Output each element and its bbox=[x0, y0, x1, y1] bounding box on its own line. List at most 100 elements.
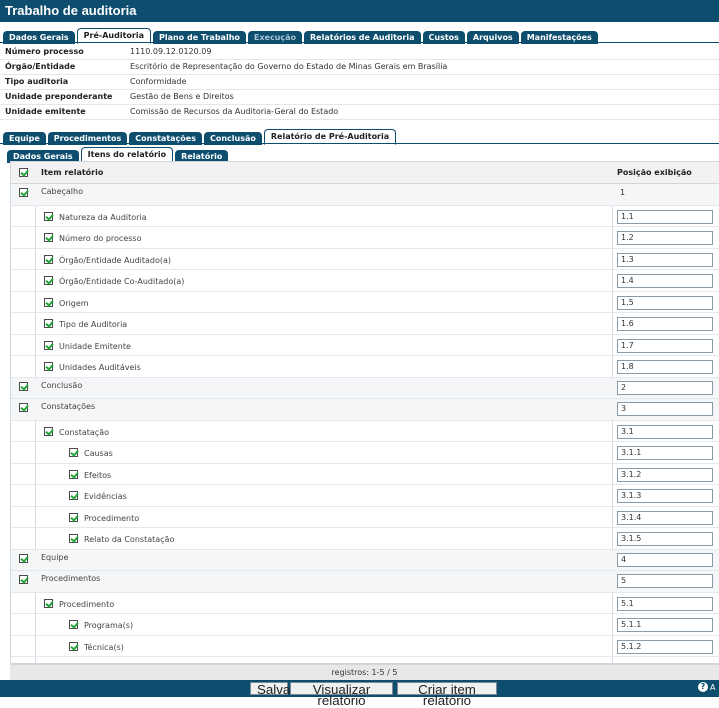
table-row: Efeitos 3.1.2 bbox=[11, 464, 719, 485]
position-input[interactable]: 5.1.2 bbox=[617, 639, 713, 654]
info-value: 1110.09.12.0120.09 bbox=[130, 47, 212, 56]
position-input[interactable]: 3.1.1 bbox=[617, 446, 713, 460]
position-input[interactable]: 1.7 bbox=[617, 338, 713, 353]
item-checkbox[interactable] bbox=[69, 491, 78, 500]
item-label: Constatação bbox=[59, 427, 109, 437]
position-input[interactable]: 5.1.1 bbox=[617, 618, 713, 632]
item-checkbox[interactable] bbox=[69, 512, 78, 522]
item-label: Efeitos bbox=[84, 470, 112, 480]
table-row: Conclusão 2 bbox=[11, 377, 719, 399]
item-label: Unidade Emitente bbox=[59, 341, 131, 351]
table-row: Cabeçalho 1 bbox=[11, 184, 719, 206]
window-title: Trabalho de auditoria bbox=[0, 0, 719, 22]
position-input[interactable]: 5.1 bbox=[617, 596, 713, 611]
info-row: Unidade preponderante Gestão de Bens e Di… bbox=[0, 90, 719, 105]
item-label: Cabeçalho bbox=[41, 187, 83, 196]
position-input[interactable]: 5 bbox=[617, 574, 713, 588]
item-label: Evidências bbox=[84, 492, 127, 501]
item-checkbox[interactable] bbox=[69, 469, 78, 479]
table-row: Procedimentos 5 bbox=[11, 571, 719, 593]
item-checkbox[interactable] bbox=[44, 362, 53, 371]
item-checkbox[interactable] bbox=[44, 297, 53, 307]
item-checkbox[interactable] bbox=[44, 319, 53, 328]
item-checkbox[interactable] bbox=[19, 188, 28, 197]
item-checkbox[interactable] bbox=[44, 233, 53, 242]
position-input[interactable]: 1.8 bbox=[617, 360, 713, 374]
position-input[interactable]: 1.5 bbox=[617, 295, 713, 310]
grid-body: Cabeçalho 1 Natureza da Auditoria 1.1 Númer… bbox=[11, 184, 719, 657]
grid-header: Item relatório Posição exibição bbox=[11, 162, 719, 184]
info-label: Unidade emitente bbox=[5, 107, 86, 116]
item-checkbox[interactable] bbox=[44, 276, 53, 285]
table-row: Constatações 3 bbox=[11, 399, 719, 421]
position-input[interactable]: 3.1.5 bbox=[617, 532, 713, 546]
table-row: Origem 1.5 bbox=[11, 292, 719, 313]
item-checkbox[interactable] bbox=[69, 641, 78, 651]
item-checkbox[interactable] bbox=[69, 620, 78, 629]
table-row: Procedimento 3.1.4 bbox=[11, 507, 719, 528]
item-checkbox[interactable] bbox=[44, 598, 53, 608]
item-label: Órgão/Entidade Co-Auditado(a) bbox=[59, 277, 185, 286]
item-label: Equipe bbox=[41, 552, 69, 562]
sub-tab-divider bbox=[0, 143, 719, 144]
item-checkbox[interactable] bbox=[19, 381, 28, 391]
position-input[interactable]: 1.3 bbox=[617, 252, 713, 267]
info-value: Comissão de Recursos da Auditoria-Geral … bbox=[130, 107, 339, 116]
table-row: Órgão/Entidade Auditado(a) 1.3 bbox=[11, 249, 719, 270]
view-report-button[interactable]: Visualizar relatório bbox=[290, 682, 393, 707]
position-input[interactable]: 3.1.3 bbox=[617, 489, 713, 503]
item-checkbox[interactable] bbox=[69, 534, 78, 543]
info-value: Conformidade bbox=[130, 77, 187, 86]
position-input[interactable]: 3.1.4 bbox=[617, 510, 713, 525]
item-label: Número do processo bbox=[59, 234, 142, 243]
item-label: Órgão/Entidade Auditado(a) bbox=[59, 255, 172, 265]
create-report-item-button[interactable]: Criar item relatório bbox=[397, 682, 497, 707]
table-row: Relato da Constatação 3.1.5 bbox=[11, 528, 719, 550]
info-label: Tipo auditoria bbox=[5, 77, 69, 86]
top-tab-divider bbox=[0, 42, 719, 43]
item-checkbox[interactable] bbox=[44, 254, 53, 264]
item-label: Origem bbox=[59, 298, 89, 308]
item-checkbox[interactable] bbox=[69, 448, 78, 457]
item-checkbox[interactable] bbox=[19, 403, 28, 412]
table-row: Número do processo 1.2 bbox=[11, 227, 719, 249]
info-label: Órgão/Entidade bbox=[5, 62, 76, 71]
item-label: Tipo de Auditoria bbox=[59, 320, 128, 329]
position-input[interactable]: 3 bbox=[617, 402, 713, 416]
item-checkbox[interactable] bbox=[44, 211, 53, 221]
item-label: Técnica(s) bbox=[84, 642, 124, 652]
info-row: Número processo 1110.09.12.0120.09 bbox=[0, 45, 719, 60]
position-input[interactable]: 1.2 bbox=[617, 231, 713, 245]
info-row: Tipo auditoria Conformidade bbox=[0, 75, 719, 90]
table-row: Tipo de Auditoria 1.6 bbox=[11, 313, 719, 335]
item-label: Natureza da Auditoria bbox=[59, 212, 147, 222]
position-input[interactable]: 3.1.2 bbox=[617, 467, 713, 482]
table-row: Unidade Emitente 1.7 bbox=[11, 335, 719, 356]
table-row: Órgão/Entidade Co-Auditado(a) 1.4 bbox=[11, 270, 719, 292]
table-row: Procedimento 5.1 bbox=[11, 593, 719, 614]
info-value: Escritório de Representação do Governo d… bbox=[130, 62, 448, 71]
item-checkbox[interactable] bbox=[44, 340, 53, 350]
item-checkbox[interactable] bbox=[44, 426, 53, 436]
position-input[interactable]: 1.1 bbox=[617, 209, 713, 224]
table-row: Equipe 4 bbox=[11, 549, 719, 571]
item-checkbox[interactable] bbox=[19, 553, 28, 563]
item-label: Conclusão bbox=[41, 380, 83, 390]
item-checkbox[interactable] bbox=[19, 575, 28, 584]
item-label: Procedimento bbox=[59, 599, 115, 609]
position-input[interactable]: 4 bbox=[617, 552, 713, 567]
position-input[interactable]: 2 bbox=[617, 380, 713, 395]
save-button[interactable]: Salvar bbox=[250, 682, 295, 696]
position-input[interactable]: 3.1 bbox=[617, 424, 713, 439]
position-input[interactable]: 1.6 bbox=[617, 317, 713, 331]
select-all-checkbox[interactable] bbox=[19, 168, 28, 177]
table-row: Causas 3.1.1 bbox=[11, 442, 719, 464]
item-label: Programa(s) bbox=[84, 621, 134, 630]
table-row: Unidades Auditáveis 1.8 bbox=[11, 356, 719, 378]
report-items-grid: Item relatório Posição exibição Cabeçalh… bbox=[10, 161, 719, 664]
position-value: 1 bbox=[620, 188, 626, 197]
help-icon[interactable]: ? bbox=[698, 682, 708, 692]
position-input[interactable]: 1.4 bbox=[617, 274, 713, 288]
item-label: Unidades Auditáveis bbox=[59, 363, 141, 372]
column-header-item: Item relatório bbox=[41, 168, 104, 177]
